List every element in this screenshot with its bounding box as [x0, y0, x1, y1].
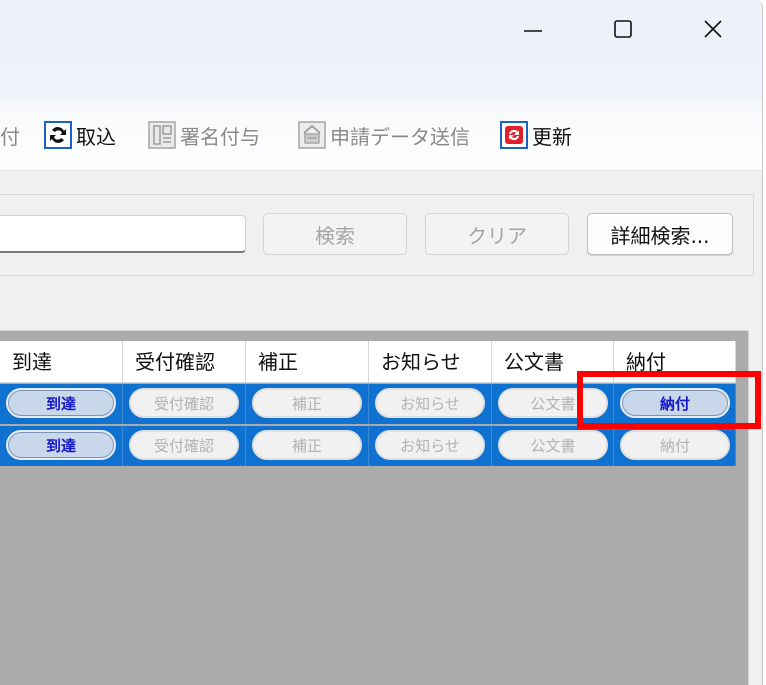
row-receipt-confirmation-button[interactable]: 受付確認	[129, 388, 239, 418]
title-bar	[0, 0, 762, 64]
table-row[interactable]: 到達 受付確認 補正 お知らせ 公文書 納付	[0, 426, 736, 466]
table-cell: お知らせ	[369, 384, 492, 424]
import-icon	[44, 121, 72, 149]
app-window: 付 取込 署名付与 申請データ送信 更新 検索 クリア 詳細検索... 到達 受…	[0, 0, 763, 685]
toolbar-refresh-button[interactable]: 更新	[500, 120, 572, 150]
search-button[interactable]: 検索	[263, 213, 407, 255]
table-cell: 補正	[246, 384, 369, 424]
column-header-notice[interactable]: お知らせ	[369, 341, 492, 383]
row-payment-button[interactable]: 納付	[620, 430, 730, 460]
column-header-receipt-confirmation[interactable]: 受付確認	[123, 341, 246, 383]
table-cell: 補正	[246, 426, 369, 466]
search-input[interactable]	[0, 215, 246, 253]
toolbar-signature-button[interactable]: 署名付与	[148, 120, 260, 150]
toolbar-attach-label: 付	[0, 124, 20, 149]
toolbar-send-data-label: 申請データ送信	[330, 124, 470, 149]
table-cell: 公文書	[492, 426, 614, 466]
close-icon	[704, 20, 722, 38]
maximize-icon	[614, 20, 632, 38]
toolbar-refresh-label: 更新	[532, 124, 572, 149]
clear-button[interactable]: クリア	[425, 213, 569, 255]
table-cell: 受付確認	[123, 426, 246, 466]
row-correction-button[interactable]: 補正	[252, 430, 362, 460]
row-notice-button[interactable]: お知らせ	[375, 388, 485, 418]
close-button[interactable]	[690, 10, 736, 50]
column-header-correction[interactable]: 補正	[246, 341, 369, 383]
row-arrival-button[interactable]: 到達	[6, 430, 116, 460]
toolbar-import-button[interactable]: 取込	[44, 120, 116, 150]
toolbar-send-data-button[interactable]: 申請データ送信	[298, 120, 470, 150]
advanced-search-button[interactable]: 詳細検索...	[587, 213, 733, 255]
menu-bar	[0, 64, 762, 100]
minimize-icon	[524, 30, 542, 32]
table-cell: お知らせ	[369, 426, 492, 466]
toolbar-signature-label: 署名付与	[180, 124, 260, 149]
row-notice-button[interactable]: お知らせ	[375, 430, 485, 460]
table-cell: 到達	[0, 384, 123, 424]
signature-icon	[148, 121, 176, 149]
row-correction-button[interactable]: 補正	[252, 388, 362, 418]
toolbar-attach-button[interactable]: 付	[0, 120, 20, 150]
table-cell: 到達	[0, 426, 123, 466]
table-cell: 納付	[614, 426, 736, 466]
maximize-button[interactable]	[600, 10, 646, 50]
annotation-highlight-box	[577, 371, 761, 429]
row-receipt-confirmation-button[interactable]: 受付確認	[129, 430, 239, 460]
row-arrival-button[interactable]: 到達	[6, 388, 116, 418]
row-official-document-button[interactable]: 公文書	[498, 430, 608, 460]
column-header-arrival[interactable]: 到達	[0, 341, 123, 383]
minimize-button[interactable]	[510, 10, 556, 50]
refresh-icon	[500, 121, 528, 149]
table-cell: 受付確認	[123, 384, 246, 424]
toolbar-import-label: 取込	[76, 124, 116, 149]
send-data-icon	[298, 121, 326, 149]
toolbar: 付 取込 署名付与 申請データ送信 更新	[0, 100, 762, 171]
